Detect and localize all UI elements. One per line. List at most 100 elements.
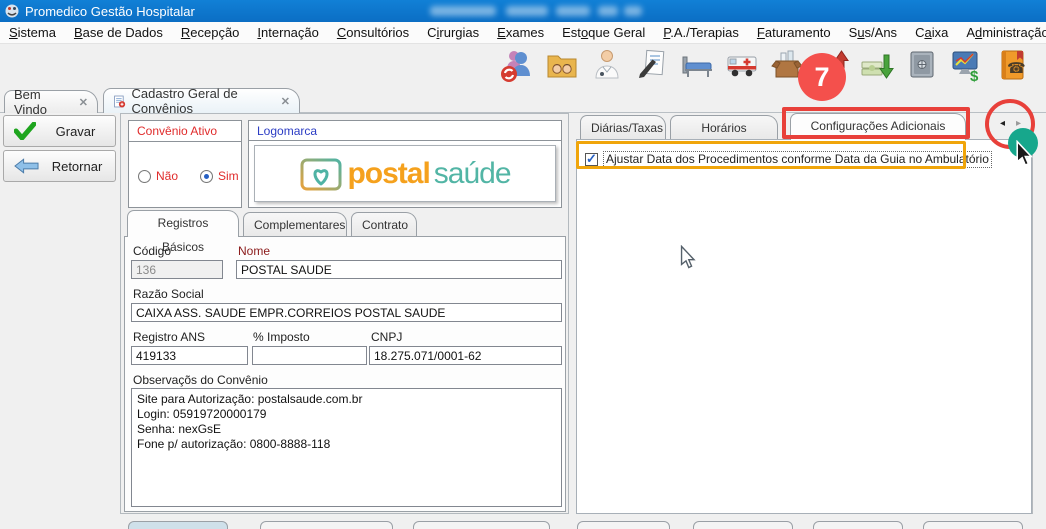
tab-close-icon[interactable]: ✕ bbox=[281, 95, 290, 108]
tab-contrato[interactable]: Contrato bbox=[351, 212, 417, 237]
radio-sim-label: Sim bbox=[218, 169, 239, 183]
tab-cadastro-convenios[interactable]: Cadastro Geral de Convênios ✕ bbox=[103, 88, 300, 113]
logomarca-title: Logomarca bbox=[249, 121, 561, 141]
convenio-ativo-title: Convênio Ativo bbox=[129, 121, 241, 142]
config-content: Ajustar Data dos Procedimentos conforme … bbox=[576, 139, 1032, 514]
menu-sus-ans[interactable]: Sus/Ans bbox=[840, 22, 906, 44]
nome-input[interactable] bbox=[236, 260, 562, 279]
registros-basicos-form: Código Nome Razão Social Registro ANS % … bbox=[124, 236, 566, 512]
nome-label: Nome bbox=[238, 244, 270, 258]
radio-icon[interactable] bbox=[138, 170, 151, 183]
redacted-text bbox=[624, 6, 642, 16]
tab-registros-basicos[interactable]: Registros Básicos bbox=[127, 210, 239, 237]
title-bar: Promedico Gestão Hospitalar bbox=[0, 0, 1046, 22]
tab-scroll-left-icon[interactable]: ◂ bbox=[1000, 119, 1005, 129]
convenio-panel: Convênio Ativo Não Sim Logomarca postal … bbox=[120, 113, 569, 514]
observacoes-label: Observaçõs do Convênio bbox=[133, 373, 268, 387]
redacted-text bbox=[598, 6, 618, 16]
gravar-label: Gravar bbox=[46, 124, 105, 139]
tab-configuracoes-adicionais[interactable]: Configurações Adicionais bbox=[790, 113, 966, 140]
bottom-tab-button[interactable] bbox=[260, 521, 393, 529]
checkbox-checked-icon[interactable] bbox=[585, 153, 598, 166]
tab-bem-vindo[interactable]: Bem Vindo ✕ bbox=[4, 90, 98, 113]
bottom-tab-button[interactable] bbox=[693, 521, 793, 529]
menu-consultorios[interactable]: Consultórios bbox=[328, 22, 418, 44]
registro-ans-input[interactable] bbox=[131, 346, 248, 365]
form-document-icon bbox=[113, 94, 126, 109]
menu-bar: Sistema Base de Dados Recepção Internaçã… bbox=[0, 22, 1046, 44]
ajustar-data-checkbox-row[interactable]: Ajustar Data dos Procedimentos conforme … bbox=[585, 151, 992, 168]
bottom-tab-button[interactable] bbox=[577, 521, 670, 529]
app-icon bbox=[5, 4, 19, 18]
hospital-bed-icon[interactable] bbox=[678, 46, 716, 84]
tab-diarias-taxas[interactable]: Diárias/Taxas bbox=[580, 115, 666, 140]
menu-cirurgias[interactable]: Cirurgias bbox=[418, 22, 488, 44]
svg-text:☎: ☎ bbox=[1007, 60, 1026, 77]
imposto-input[interactable] bbox=[252, 346, 367, 365]
imposto-label: % Imposto bbox=[253, 330, 310, 344]
menu-faturamento[interactable]: Faturamento bbox=[748, 22, 840, 44]
back-arrow-icon bbox=[14, 158, 39, 174]
right-divider bbox=[1032, 113, 1033, 514]
ajustar-data-label: Ajustar Data dos Procedimentos conforme … bbox=[603, 151, 992, 168]
razao-social-input[interactable] bbox=[131, 303, 562, 322]
finance-chart-icon[interactable]: $ bbox=[948, 46, 986, 84]
postalsaude-logo: postal saúde bbox=[254, 145, 556, 202]
tab-label: Bem Vindo bbox=[14, 87, 73, 117]
menu-administracao[interactable]: Administração bbox=[957, 22, 1046, 44]
menu-estoque-geral[interactable]: Estoque Geral bbox=[553, 22, 654, 44]
doctor-icon[interactable] bbox=[588, 46, 626, 84]
menu-sistema[interactable]: Sistema bbox=[0, 22, 65, 44]
brand-saude: saúde bbox=[434, 157, 511, 191]
toolbar: $ ☎ bbox=[0, 44, 1046, 88]
observacoes-textarea[interactable]: Site para Autorização: postalsaude.com.b… bbox=[131, 388, 562, 507]
svg-text:$: $ bbox=[970, 68, 979, 83]
check-icon bbox=[14, 122, 36, 140]
safe-icon[interactable] bbox=[903, 46, 941, 84]
phone-book-icon[interactable]: ☎ bbox=[993, 46, 1031, 84]
patients-folder-icon[interactable] bbox=[543, 46, 581, 84]
tab-complementares[interactable]: Complementares bbox=[243, 212, 347, 237]
window-title: Promedico Gestão Hospitalar bbox=[25, 4, 195, 19]
mouse-cursor-dark bbox=[1015, 140, 1035, 168]
redacted-text bbox=[506, 6, 548, 16]
retornar-button[interactable]: Retornar bbox=[3, 150, 116, 182]
ambulance-icon[interactable] bbox=[723, 46, 761, 84]
brand-postal: postal bbox=[347, 157, 429, 191]
menu-caixa[interactable]: Caixa bbox=[906, 22, 957, 44]
bottom-tab-button[interactable] bbox=[413, 521, 550, 529]
redacted-text bbox=[556, 6, 590, 16]
user-refresh-icon[interactable] bbox=[498, 46, 536, 84]
radio-nao[interactable]: Não bbox=[138, 169, 178, 183]
menu-base-de-dados[interactable]: Base de Dados bbox=[65, 22, 172, 44]
razao-social-label: Razão Social bbox=[133, 287, 204, 301]
logomarca-group: Logomarca postal saúde bbox=[248, 120, 562, 208]
tab-close-icon[interactable]: ✕ bbox=[79, 96, 88, 109]
radio-nao-label: Não bbox=[156, 169, 178, 183]
bottom-tab-button[interactable] bbox=[923, 521, 1023, 529]
gravar-button[interactable]: Gravar bbox=[3, 115, 116, 147]
tab-horarios-especiais[interactable]: Horários Especiais bbox=[670, 115, 778, 140]
cnpj-input[interactable] bbox=[369, 346, 562, 365]
menu-internacao[interactable]: Internação bbox=[248, 22, 327, 44]
tab-label: Cadastro Geral de Convênios bbox=[132, 86, 275, 116]
radio-sim[interactable]: Sim bbox=[200, 169, 239, 183]
retornar-label: Retornar bbox=[49, 159, 105, 174]
cnpj-label: CNPJ bbox=[371, 330, 402, 344]
document-sign-icon[interactable] bbox=[633, 46, 671, 84]
envelope-heart-icon bbox=[299, 153, 343, 195]
bottom-tab-button[interactable] bbox=[813, 521, 903, 529]
mouse-cursor-white bbox=[680, 245, 697, 270]
convenio-ativo-group: Convênio Ativo Não Sim bbox=[128, 120, 242, 208]
bottom-tab-button[interactable] bbox=[128, 521, 228, 529]
menu-pa-terapias[interactable]: P.A./Terapias bbox=[654, 22, 748, 44]
registro-ans-label: Registro ANS bbox=[133, 330, 205, 344]
codigo-input bbox=[131, 260, 223, 279]
money-down-icon[interactable] bbox=[858, 46, 896, 84]
menu-recepcao[interactable]: Recepção bbox=[172, 22, 249, 44]
config-panel: Diárias/Taxas Horários Especiais Configu… bbox=[576, 113, 1032, 514]
redacted-text bbox=[430, 6, 496, 16]
annotation-step-badge: 7 bbox=[798, 53, 846, 101]
radio-icon-selected[interactable] bbox=[200, 170, 213, 183]
menu-exames[interactable]: Exames bbox=[488, 22, 553, 44]
